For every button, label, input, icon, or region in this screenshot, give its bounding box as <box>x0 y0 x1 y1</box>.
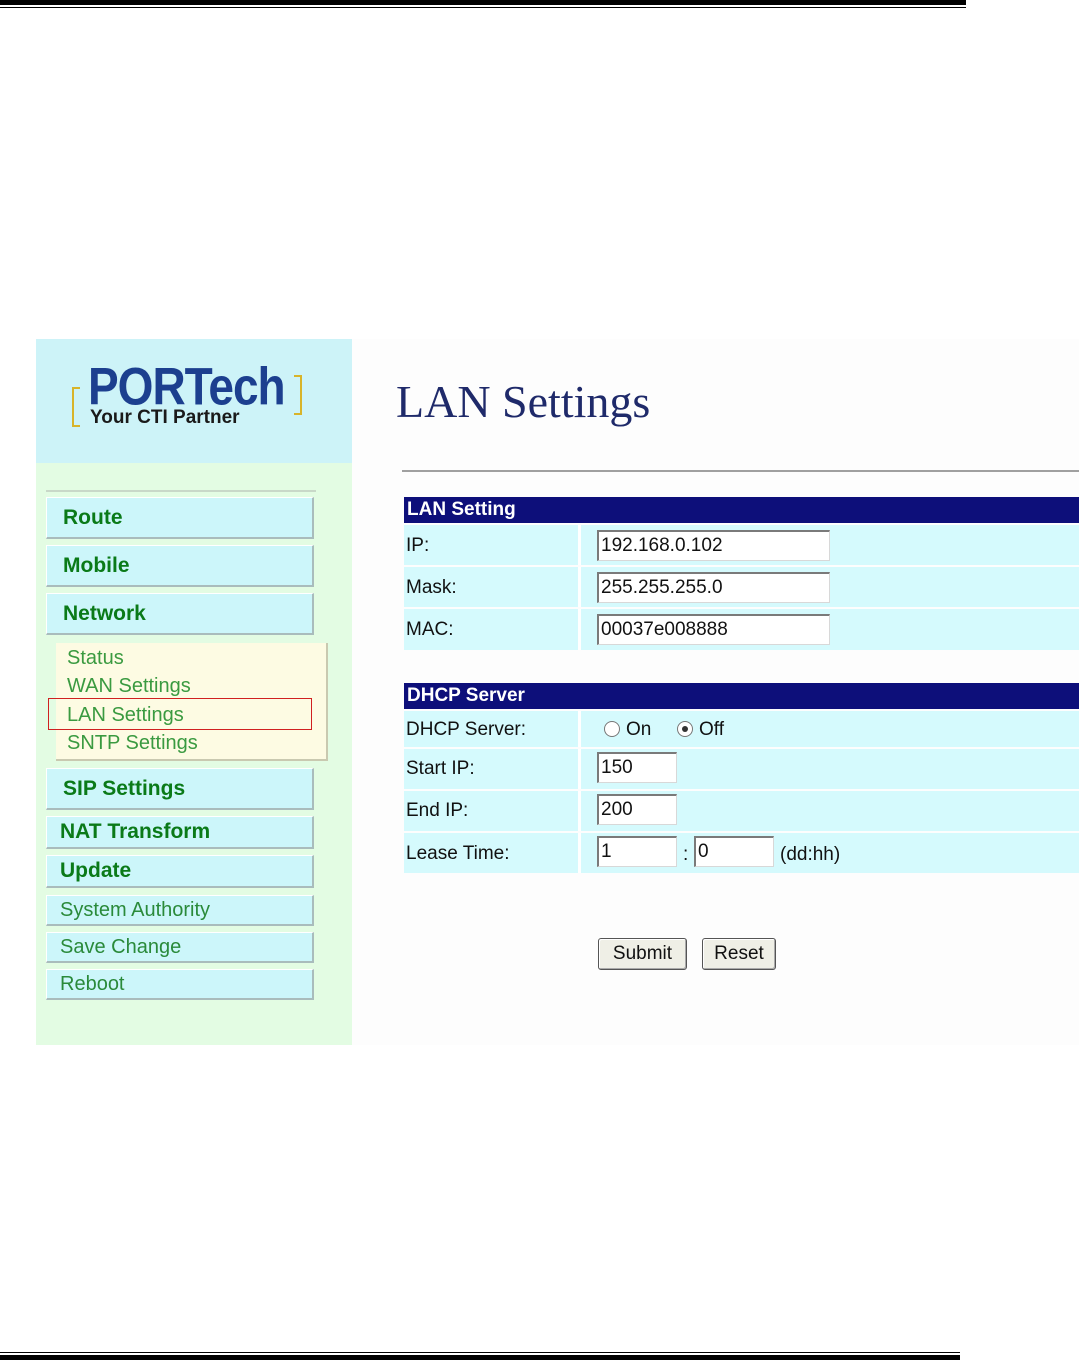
portech-logo: PORTech Your CTI Partner <box>72 356 302 435</box>
logo-bracket-left <box>72 387 80 427</box>
end-ip-input[interactable]: 200 <box>597 794 677 825</box>
submenu-sntp-settings[interactable]: SNTP Settings <box>67 732 198 755</box>
dhcp-off-radio[interactable] <box>677 721 693 737</box>
bottom-page-rule <box>0 1352 960 1360</box>
mask-label: Mask: <box>406 577 457 598</box>
submenu-wan-settings[interactable]: WAN Settings <box>67 675 191 698</box>
submit-button[interactable]: Submit <box>598 938 687 970</box>
mask-row: Mask: 255.255.255.0 <box>404 567 1079 607</box>
end-ip-label: End IP: <box>406 800 469 821</box>
lease-separator: : <box>683 844 689 865</box>
submenu-status[interactable]: Status <box>67 647 124 670</box>
mac-row: MAC: 00037e008888 <box>404 609 1079 650</box>
ip-label: IP: <box>406 535 430 556</box>
selected-item-highlight <box>48 698 312 730</box>
end-ip-row: End IP: 200 <box>404 791 1079 831</box>
dhcp-server-row: DHCP Server: On Off <box>404 711 1079 747</box>
router-web-ui: PORTech Your CTI Partner Route Mobile Ne… <box>36 339 1079 1045</box>
page-title: LAN Settings <box>396 376 651 427</box>
reset-button[interactable]: Reset <box>702 938 776 970</box>
menu-mobile[interactable]: Mobile <box>46 545 314 587</box>
lease-unit-label: (dd:hh) <box>780 844 841 865</box>
lease-hours-input[interactable]: 0 <box>694 836 774 867</box>
menu-nat-transform[interactable]: NAT Transform <box>46 816 314 849</box>
logo-tagline: Your CTI Partner <box>90 407 240 428</box>
logo-bracket-right <box>294 375 302 415</box>
menu-divider <box>46 490 316 492</box>
menu-save-change[interactable]: Save Change <box>46 932 314 963</box>
mask-input[interactable]: 255.255.255.0 <box>597 572 830 603</box>
mac-label: MAC: <box>406 619 454 640</box>
start-ip-input[interactable]: 150 <box>597 752 677 783</box>
lease-days-input[interactable]: 1 <box>597 836 677 867</box>
menu-sip-settings[interactable]: SIP Settings <box>46 768 314 810</box>
dhcp-on-radio[interactable] <box>604 721 620 737</box>
mac-input[interactable]: 00037e008888 <box>597 614 830 645</box>
top-page-rule <box>0 0 966 8</box>
start-ip-row: Start IP: 150 <box>404 749 1079 789</box>
menu-reboot[interactable]: Reboot <box>46 969 314 1000</box>
dhcp-on-label: On <box>626 719 652 740</box>
menu-system-authority[interactable]: System Authority <box>46 895 314 926</box>
menu-network[interactable]: Network <box>46 593 314 635</box>
ip-input[interactable]: 192.168.0.102 <box>597 530 830 561</box>
logo-area: PORTech Your CTI Partner <box>36 339 352 463</box>
menu-update[interactable]: Update <box>46 855 314 888</box>
dhcp-server-label: DHCP Server: <box>406 719 527 740</box>
menu-route[interactable]: Route <box>46 497 314 539</box>
dhcp-off-label: Off <box>699 719 724 740</box>
ip-row: IP: 192.168.0.102 <box>404 525 1079 565</box>
lease-time-label: Lease Time: <box>406 843 510 864</box>
dhcp-server-header: DHCP Server <box>404 683 1079 709</box>
lease-time-row: Lease Time: 1 : 0 (dd:hh) <box>404 833 1079 873</box>
title-divider <box>402 470 1079 472</box>
sidebar: PORTech Your CTI Partner Route Mobile Ne… <box>36 339 352 1045</box>
start-ip-label: Start IP: <box>406 758 475 779</box>
lan-setting-header: LAN Setting <box>404 497 1079 523</box>
